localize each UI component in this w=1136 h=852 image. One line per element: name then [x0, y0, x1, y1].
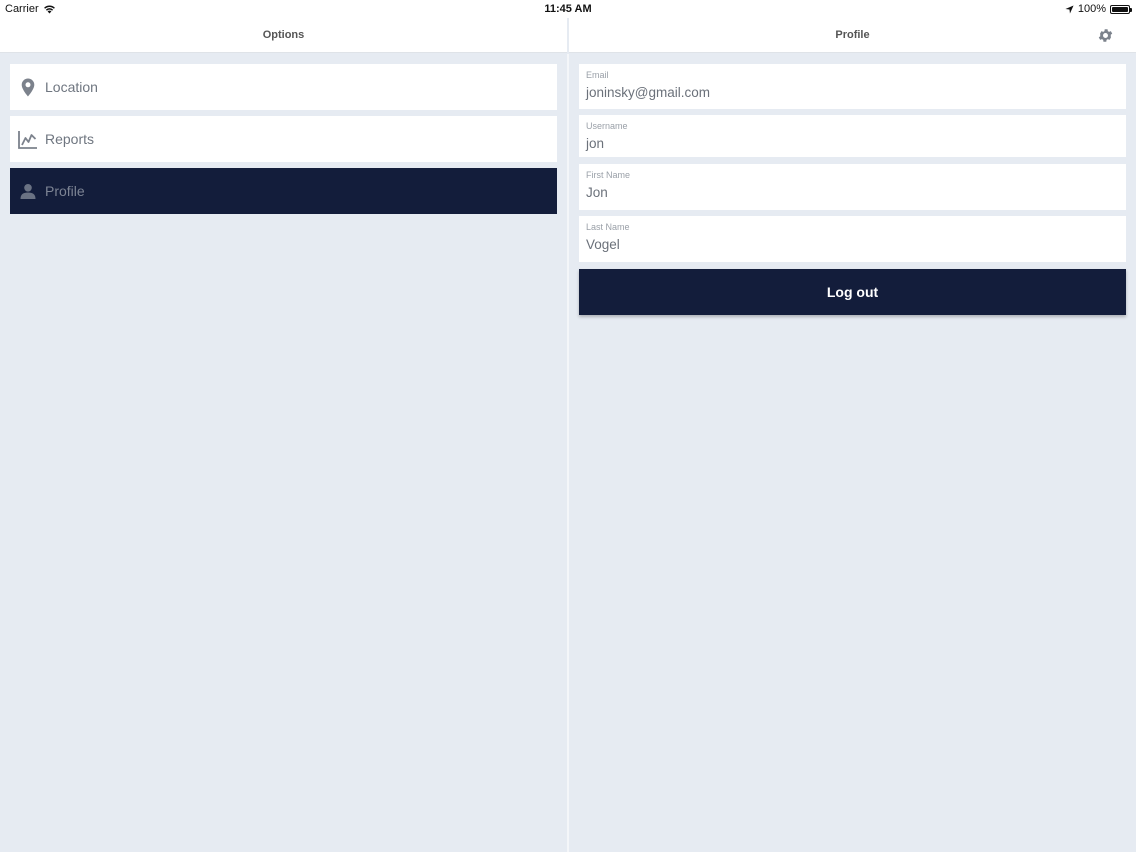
username-value: jon — [586, 136, 605, 151]
gear-icon[interactable] — [1097, 27, 1114, 44]
menu-item-label: Profile — [45, 183, 85, 199]
email-field[interactable]: Email joninsky@gmail.com — [579, 64, 1126, 109]
logout-button[interactable]: Log out — [579, 269, 1126, 315]
last-name-value: Vogel — [586, 237, 620, 252]
battery-percent: 100% — [1077, 3, 1106, 15]
status-time: 11:45 AM — [544, 3, 592, 15]
first-name-label: First Name — [586, 170, 631, 180]
profile-pane: Email joninsky@gmail.com Username jon Fi… — [569, 54, 1136, 852]
last-name-field[interactable]: Last Name Vogel — [579, 216, 1126, 262]
status-bar: Carrier 11:45 AM 100% — [0, 0, 1136, 18]
first-name-value: Jon — [586, 185, 608, 200]
last-name-label: Last Name — [586, 222, 630, 232]
options-title: Options — [262, 29, 305, 41]
person-icon — [16, 179, 40, 203]
first-name-field[interactable]: First Name Jon — [579, 164, 1126, 210]
location-pin-icon — [16, 75, 40, 99]
menu-item-label: Reports — [45, 131, 95, 147]
menu-item-location[interactable]: Location — [10, 64, 557, 110]
email-value: joninsky@gmail.com — [586, 85, 710, 100]
location-arrow-icon — [1065, 4, 1074, 14]
battery-icon — [1110, 4, 1132, 14]
username-label: Username — [586, 121, 628, 131]
menu-item-reports[interactable]: Reports — [10, 116, 557, 162]
profile-nav-bar: Profile — [569, 18, 1136, 53]
menu-item-label: Location — [45, 79, 98, 95]
menu-item-profile[interactable]: Profile — [10, 168, 557, 214]
options-pane: Location Reports Profile — [0, 54, 567, 852]
username-field[interactable]: Username jon — [579, 115, 1126, 157]
email-label: Email — [586, 70, 609, 80]
chart-icon — [16, 127, 40, 151]
options-nav-bar: Options — [0, 18, 567, 53]
status-right-group: 100% — [1065, 3, 1132, 15]
profile-title: Profile — [835, 29, 870, 41]
